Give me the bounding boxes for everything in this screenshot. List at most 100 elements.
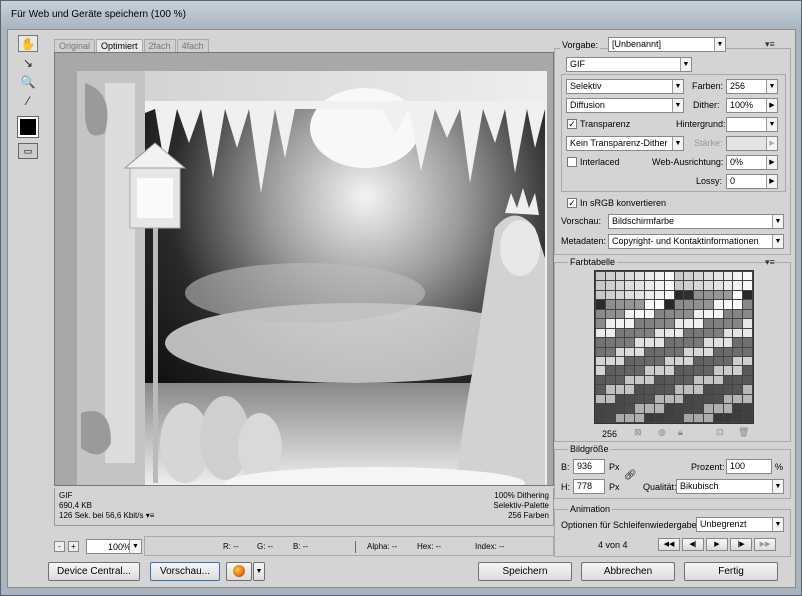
tab-4up[interactable]: 4fach	[176, 39, 209, 52]
color-cell[interactable]	[723, 356, 733, 366]
color-cell[interactable]	[703, 347, 713, 356]
color-cell[interactable]	[605, 272, 615, 281]
last-frame-button[interactable]: ▶▶	[754, 538, 776, 551]
color-cell[interactable]	[713, 309, 723, 319]
zoom-tool[interactable]: 🔍	[18, 73, 38, 90]
constrain-link-icon[interactable]: 🔗︎	[624, 470, 637, 481]
color-cell[interactable]	[615, 356, 625, 366]
color-cell[interactable]	[645, 309, 654, 319]
color-cell[interactable]	[694, 394, 703, 404]
color-cell[interactable]	[684, 328, 694, 338]
color-cell[interactable]	[664, 328, 674, 338]
color-cell[interactable]	[674, 366, 684, 375]
tab-2up[interactable]: 2fach	[143, 39, 176, 52]
color-table-grid[interactable]	[594, 270, 754, 424]
zoom-level-select[interactable]: 100% ▼	[86, 539, 142, 554]
color-cell[interactable]	[635, 356, 645, 366]
color-cell[interactable]	[625, 356, 635, 366]
play-button[interactable]: ▶	[706, 538, 728, 551]
color-cell[interactable]	[596, 309, 605, 319]
color-cell[interactable]	[645, 413, 654, 422]
color-cell[interactable]	[703, 413, 713, 422]
color-cell[interactable]	[733, 319, 743, 328]
color-cell[interactable]	[596, 272, 605, 281]
preview-button[interactable]: Vorschau...	[150, 562, 220, 581]
color-cell[interactable]	[605, 404, 615, 413]
color-cell[interactable]	[645, 300, 654, 309]
color-cell[interactable]	[684, 309, 694, 319]
colors-select[interactable]: 256 ▼	[726, 79, 778, 94]
color-cell[interactable]	[625, 413, 635, 422]
color-cell[interactable]	[605, 356, 615, 366]
color-cell[interactable]	[596, 366, 605, 375]
color-cell[interactable]	[703, 281, 713, 290]
color-cell[interactable]	[605, 375, 615, 385]
color-cell[interactable]	[674, 404, 684, 413]
color-cell[interactable]	[605, 309, 615, 319]
color-cell[interactable]	[684, 394, 694, 404]
color-cell[interactable]	[723, 272, 733, 281]
eyedropper-color-swatch[interactable]	[17, 116, 39, 138]
browser-menu-button[interactable]: ▼	[253, 562, 265, 581]
color-cell[interactable]	[674, 319, 684, 328]
device-central-button[interactable]: Device Central...	[48, 562, 140, 581]
metadata-select[interactable]: Copyright- und Kontaktinformationen ▼	[608, 234, 784, 249]
color-cell[interactable]	[645, 404, 654, 413]
color-cell[interactable]	[684, 281, 694, 290]
interlaced-checkbox[interactable]	[567, 157, 577, 167]
color-cell[interactable]	[733, 394, 743, 404]
transparency-checkbox[interactable]: ✓	[567, 119, 577, 129]
color-cell[interactable]	[723, 347, 733, 356]
height-field[interactable]: 778	[573, 479, 605, 494]
color-cell[interactable]	[654, 338, 664, 347]
color-cell[interactable]	[635, 309, 645, 319]
color-cell[interactable]	[625, 328, 635, 338]
color-cell[interactable]	[625, 375, 635, 385]
color-cell[interactable]	[605, 300, 615, 309]
color-cell[interactable]	[625, 366, 635, 375]
color-cell[interactable]	[605, 366, 615, 375]
color-cell[interactable]	[703, 338, 713, 347]
color-cell[interactable]	[713, 347, 723, 356]
color-cell[interactable]	[733, 404, 743, 413]
first-frame-button[interactable]: ◀◀	[658, 538, 680, 551]
color-cell[interactable]	[723, 300, 733, 309]
color-cell[interactable]	[635, 366, 645, 375]
srgb-checkbox[interactable]: ✓	[567, 198, 577, 208]
color-cell[interactable]	[713, 338, 723, 347]
color-cell[interactable]	[733, 328, 743, 338]
color-cell[interactable]	[625, 309, 635, 319]
color-cell[interactable]	[733, 338, 743, 347]
color-cell[interactable]	[596, 300, 605, 309]
percent-field[interactable]: 100	[726, 459, 772, 474]
color-cell[interactable]	[733, 290, 743, 300]
color-cell[interactable]	[733, 272, 743, 281]
color-cell[interactable]	[635, 319, 645, 328]
hand-tool[interactable]: ✋	[18, 35, 38, 52]
color-cell[interactable]	[664, 375, 674, 385]
map-transparent-icon[interactable]: ⊠	[634, 427, 642, 438]
color-cell[interactable]	[733, 385, 743, 394]
color-cell[interactable]	[635, 347, 645, 356]
color-cell[interactable]	[713, 281, 723, 290]
color-cell[interactable]	[654, 272, 664, 281]
color-cell[interactable]	[723, 413, 733, 422]
color-cell[interactable]	[625, 394, 635, 404]
loop-options-select[interactable]: Unbegrenzt ▼	[696, 517, 784, 532]
color-cell[interactable]	[694, 385, 703, 394]
color-cell[interactable]	[733, 309, 743, 319]
color-cell[interactable]	[674, 309, 684, 319]
color-cell[interactable]	[654, 413, 664, 422]
color-cell[interactable]	[674, 328, 684, 338]
lock-color-icon[interactable]: 🔒︎	[678, 427, 683, 438]
web-snap-field[interactable]: 0% ▶	[726, 155, 778, 170]
color-cell[interactable]	[723, 290, 733, 300]
color-cell[interactable]	[743, 290, 752, 300]
color-cell[interactable]	[694, 366, 703, 375]
color-cell[interactable]	[694, 356, 703, 366]
color-cell[interactable]	[694, 338, 703, 347]
color-cell[interactable]	[664, 413, 674, 422]
format-select[interactable]: GIF ▼	[566, 57, 692, 72]
color-cell[interactable]	[674, 338, 684, 347]
color-cell[interactable]	[664, 404, 674, 413]
